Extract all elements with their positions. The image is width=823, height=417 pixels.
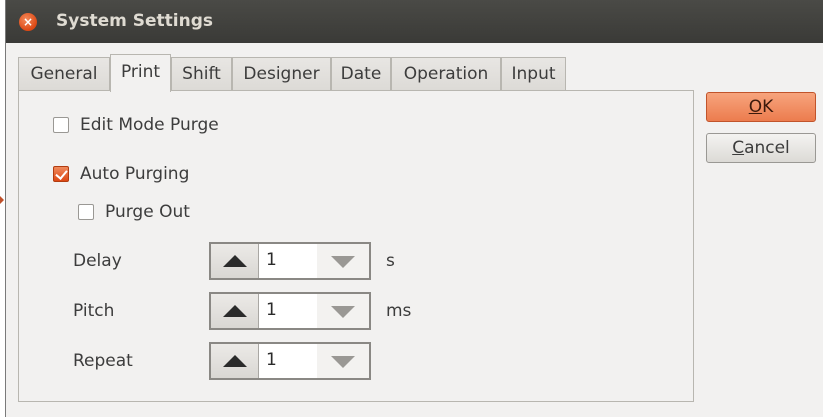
tab-designer[interactable]: Designer: [232, 57, 331, 91]
delay-label: Delay: [73, 251, 122, 271]
ok-mnemonic: O: [748, 97, 763, 117]
edit-mode-purge-label: Edit Mode Purge: [80, 115, 219, 135]
tab-shift[interactable]: Shift: [171, 57, 232, 91]
pitch-label: Pitch: [73, 301, 115, 321]
window-title: System Settings: [56, 11, 213, 31]
edge-marker: [0, 196, 4, 204]
ok-button[interactable]: OK: [706, 92, 816, 122]
purge-out-label: Purge Out: [105, 202, 190, 222]
auto-purging-checkbox[interactable]: [53, 166, 69, 182]
pitch-value[interactable]: 1: [266, 300, 277, 320]
tab-print[interactable]: Print: [110, 54, 171, 92]
auto-purging-option[interactable]: Auto Purging: [53, 164, 189, 184]
settings-window: × System Settings General Print Shift De…: [5, 0, 823, 417]
triangle-down-icon[interactable]: [317, 294, 369, 328]
repeat-label: Repeat: [73, 351, 133, 371]
close-icon[interactable]: ×: [19, 13, 37, 31]
auto-purging-label: Auto Purging: [80, 164, 190, 184]
delay-unit: s: [386, 251, 395, 271]
triangle-down-icon[interactable]: [317, 244, 369, 278]
purge-out-option[interactable]: Purge Out: [78, 202, 190, 222]
triangle-up-icon[interactable]: [211, 344, 259, 378]
triangle-down-icon[interactable]: [317, 344, 369, 378]
titlebar: × System Settings: [6, 0, 823, 43]
triangle-up-icon[interactable]: [211, 294, 259, 328]
triangle-up-icon[interactable]: [211, 244, 259, 278]
repeat-stepper[interactable]: 1: [209, 342, 371, 380]
edit-mode-purge-checkbox[interactable]: [53, 117, 69, 133]
cancel-button[interactable]: Cancel: [706, 133, 816, 163]
print-panel: Edit Mode Purge Auto Purging Purge Out D…: [18, 90, 694, 402]
tab-operation[interactable]: Operation: [391, 57, 501, 91]
tab-input[interactable]: Input: [501, 57, 566, 91]
cancel-mnemonic: C: [732, 138, 745, 158]
ok-label-rest: K: [762, 97, 774, 117]
delay-value[interactable]: 1: [266, 250, 277, 270]
pitch-stepper[interactable]: 1: [209, 292, 371, 330]
cancel-label-rest: ancel: [744, 138, 790, 158]
tab-general[interactable]: General: [18, 57, 110, 91]
pitch-unit: ms: [386, 301, 412, 321]
edit-mode-purge-option[interactable]: Edit Mode Purge: [53, 115, 219, 135]
tab-date[interactable]: Date: [331, 57, 391, 91]
delay-stepper[interactable]: 1: [209, 242, 371, 280]
purge-out-checkbox[interactable]: [78, 204, 94, 220]
repeat-value[interactable]: 1: [266, 350, 277, 370]
